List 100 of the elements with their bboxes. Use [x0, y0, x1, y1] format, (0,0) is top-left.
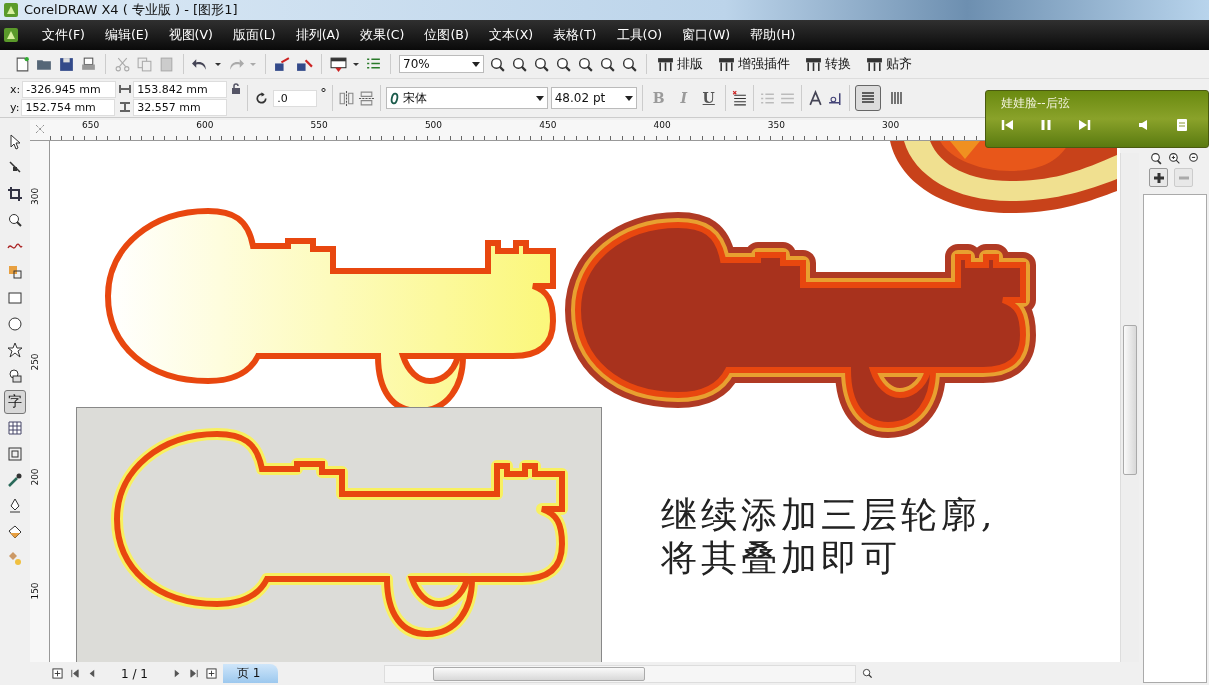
ruler-label: 300: [882, 120, 900, 131]
pause-icon[interactable]: [1039, 118, 1053, 132]
width-arrow-icon: [119, 83, 132, 95]
paint-bucket-icon: [7, 524, 23, 540]
mirror-vertical-icon[interactable]: [357, 89, 375, 107]
ruler-label: 550: [310, 120, 328, 131]
plugin-icon: [657, 55, 674, 73]
menu-item[interactable]: 帮助(H): [739, 26, 805, 44]
previous-track-icon[interactable]: [1001, 118, 1015, 132]
font-type-icon: [389, 91, 399, 105]
ruler-label: 450: [539, 120, 557, 131]
height-field[interactable]: 32.557 mm: [133, 98, 228, 116]
font-family-dropdown[interactable]: 宋体: [385, 87, 548, 109]
fill-swatch-icon: [7, 550, 23, 566]
plugin-button[interactable]: 增强插件: [716, 55, 798, 73]
lock-icon[interactable]: [230, 83, 243, 95]
ruler-label: 500: [424, 120, 443, 131]
pen-nib-icon: [7, 498, 23, 514]
rectangle-icon: [7, 290, 23, 306]
zoom-out-icon[interactable]: [1187, 152, 1200, 165]
height-arrow-icon: [119, 101, 132, 113]
menu-item[interactable]: 视图(V): [157, 26, 222, 44]
page-counter: 1 / 1: [120, 666, 149, 681]
print-icon[interactable]: [80, 55, 97, 73]
paragraph-format-icon[interactable]: [730, 89, 748, 107]
menu-item[interactable]: 效果(C): [348, 26, 414, 44]
ruler-origin-icon[interactable]: [34, 123, 46, 135]
song-title: 娃娃脸--后弦: [1001, 95, 1071, 112]
lyrics-icon[interactable]: [1175, 118, 1189, 132]
horizontal-scrollbar[interactable]: [384, 664, 857, 683]
next-track-icon[interactable]: [1077, 118, 1091, 132]
toolbox-tool[interactable]: 字: [4, 390, 26, 414]
font-size-dropdown[interactable]: 48.02 pt: [550, 87, 637, 109]
shapes-icon: [7, 368, 23, 384]
plugin-icon: [718, 55, 735, 73]
menu-item[interactable]: 文件(F): [31, 26, 94, 44]
vertical-lines-icon: [888, 90, 905, 106]
circle-icon: [7, 316, 23, 332]
zoom-icon[interactable]: [533, 55, 550, 73]
dropdown-caret-icon: [535, 94, 544, 102]
rotation-angle-field[interactable]: .0: [273, 89, 318, 107]
add-page-icon[interactable]: [205, 668, 217, 679]
zoom-icon[interactable]: [511, 55, 528, 73]
import-icon[interactable]: [274, 55, 291, 73]
horizontal-lines-icon: [859, 90, 876, 106]
caret-icon[interactable]: [214, 60, 222, 68]
y-position-field[interactable]: 152.754 mm: [21, 98, 116, 116]
menu-item[interactable]: 编辑(E): [93, 26, 158, 44]
arrow-pointer-icon: [7, 134, 23, 150]
zoom-icon: [7, 212, 23, 228]
ruler-label: 350: [767, 120, 785, 131]
menu-item[interactable]: 版面(L): [221, 26, 285, 44]
ruler-label: 650: [82, 120, 100, 131]
new-document-icon[interactable]: [14, 55, 31, 73]
plugin-button[interactable]: 转换: [803, 55, 859, 73]
zoom-icon[interactable]: [621, 55, 638, 73]
text-frame-icon[interactable]: [806, 89, 824, 107]
add-button[interactable]: [1149, 168, 1168, 187]
menu-item[interactable]: 文本(X): [477, 26, 543, 44]
x-position-field[interactable]: -326.945 mm: [22, 80, 117, 98]
smart-fill-icon: [7, 264, 23, 280]
zoom-icon[interactable]: [577, 55, 594, 73]
menu-item[interactable]: 表格(T): [542, 26, 606, 44]
plus-icon: [1152, 171, 1165, 184]
width-field[interactable]: 153.842 mm: [133, 80, 228, 98]
zoom-icon[interactable]: [599, 55, 616, 73]
menu-item[interactable]: 位图(B): [413, 26, 478, 44]
zoom-icon[interactable]: [555, 55, 572, 73]
ruler-label: 200: [30, 467, 41, 488]
text-style-button[interactable]: U: [697, 87, 720, 109]
menu-item[interactable]: 排列(A): [284, 26, 349, 44]
ruler-label: 600: [196, 120, 214, 131]
window-title: CorelDRAW X4 ( 专业版 ) - [图形1]: [24, 1, 238, 19]
plugin-button[interactable]: 排版: [655, 55, 711, 73]
save-icon[interactable]: [58, 55, 75, 73]
degree-unit: °: [320, 85, 327, 100]
plugin-icon: [866, 55, 883, 73]
zoom-in-icon[interactable]: [1168, 152, 1181, 165]
page-tab[interactable]: 页 1: [222, 664, 279, 683]
text-direction-button[interactable]: [854, 85, 881, 111]
caret-icon[interactable]: [352, 60, 360, 68]
field-label: y:: [10, 100, 20, 114]
crop-icon: [7, 186, 23, 202]
nested-squares-icon: [7, 446, 23, 462]
add-page-icon[interactable]: [52, 668, 63, 679]
eyedropper-icon: [7, 472, 23, 488]
app-logo-icon: [3, 27, 19, 43]
menu-item[interactable]: 工具(O): [605, 26, 672, 44]
menu-item[interactable]: 窗口(W): [671, 26, 740, 44]
last-page-icon[interactable]: [188, 668, 200, 679]
application-launcher-icon[interactable]: [330, 55, 347, 73]
mirror-horizontal-icon[interactable]: [337, 89, 355, 107]
dropdown-caret-icon: [624, 94, 633, 102]
zoom-icon[interactable]: [1149, 152, 1162, 165]
field-label: x:: [10, 82, 21, 96]
zoom-icon[interactable]: [862, 668, 874, 679]
zoom-level-dropdown[interactable]: 70%: [399, 55, 484, 73]
first-page-icon[interactable]: [69, 668, 80, 679]
zoom-icon[interactable]: [489, 55, 506, 73]
plugin-button[interactable]: 贴齐: [864, 55, 920, 73]
